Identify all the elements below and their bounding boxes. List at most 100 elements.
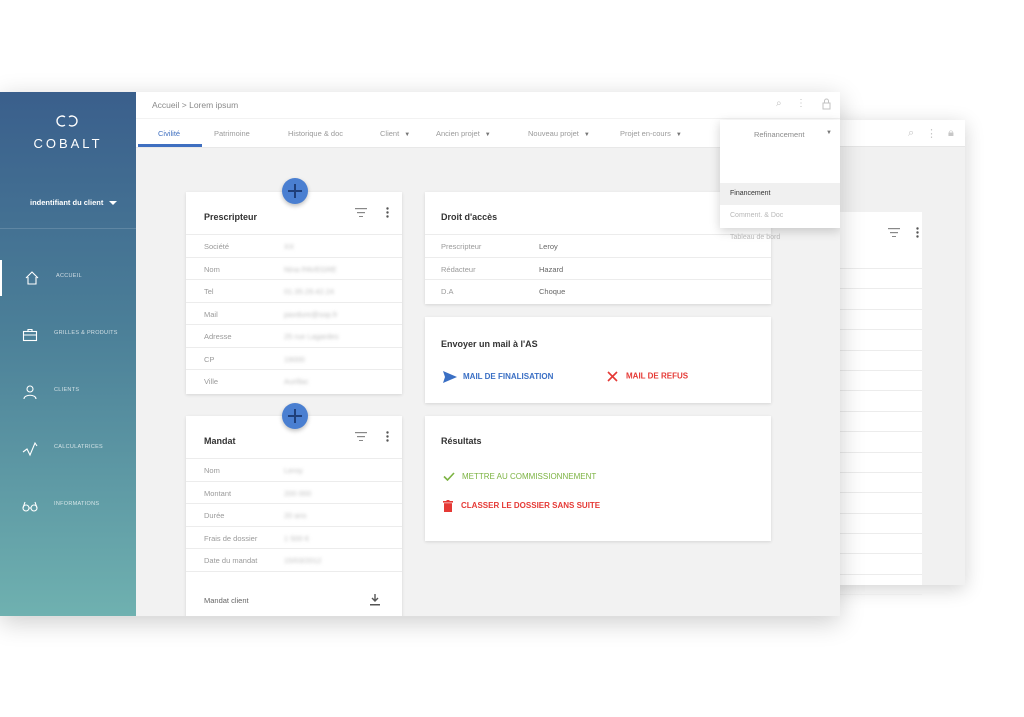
caret-down-icon: ▼ xyxy=(404,132,411,138)
commissionnement-button[interactable]: METTRE AU COMMISSIONNEMENT xyxy=(443,472,597,482)
client-selector-label: indentifiant du client xyxy=(30,198,104,207)
resultats-card: Résultats METTRE AU COMMISSIONNEMENT CLA… xyxy=(425,416,771,541)
field-value: Nina PAVEGRE xyxy=(284,265,337,274)
tab-nouveau-projet[interactable]: Nouveau projet ▼ xyxy=(528,129,590,138)
field-row: Durée 20 ans xyxy=(186,503,402,526)
card-title: Mandat xyxy=(204,436,236,446)
card-title: Résultats xyxy=(441,436,482,446)
field-value: 15/03/2012 xyxy=(284,556,322,565)
button-label: CLASSER LE DOSSIER SANS SUITE xyxy=(461,501,601,511)
sidebar-item-calculatrices[interactable]: CALCULATRICES xyxy=(0,431,136,467)
field-value: 20 ans xyxy=(284,511,307,520)
trash-icon xyxy=(443,500,453,512)
field-label: CP xyxy=(204,355,215,364)
background-card xyxy=(838,212,922,596)
tab-client[interactable]: Client ▼ xyxy=(380,129,410,138)
field-value: Leroy xyxy=(539,242,558,251)
more-vert-icon: ⋮ xyxy=(926,128,937,140)
caret-down-icon xyxy=(109,201,118,206)
field-value: Leroy xyxy=(284,466,303,475)
field-row: Adresse 25 rue Lagardes xyxy=(186,324,402,347)
field-label: Prescripteur xyxy=(441,242,482,251)
menu-item-financement[interactable]: Financement xyxy=(720,183,840,205)
caret-down-icon[interactable]: ▼ xyxy=(826,130,832,136)
field-value: 200 000 xyxy=(284,489,312,498)
prescripteur-card: Prescripteur Société XX Nom Nina PAVEGRE T… xyxy=(186,192,402,394)
filter-icon[interactable] xyxy=(355,208,367,217)
field-label: Montant xyxy=(204,489,232,498)
menu-item-label: Comment. & Doc xyxy=(730,212,784,219)
more-vert-icon[interactable]: ⋮ xyxy=(796,98,806,109)
logo-text: COBALT xyxy=(33,136,103,151)
chart-line-icon xyxy=(22,441,38,457)
sidebar-item-label: CALCULATRICES xyxy=(54,444,104,450)
tab-ancien-projet[interactable]: Ancien projet ▼ xyxy=(436,129,491,138)
check-icon xyxy=(443,472,455,482)
field-value: 19000 xyxy=(284,355,305,364)
tab-projet-en-cours[interactable]: Projet en-cours ▼ xyxy=(620,129,682,138)
field-value: Aurillac xyxy=(284,377,309,386)
sidebar-item-label: CLIENTS xyxy=(54,387,80,393)
tab-label: Nouveau projet xyxy=(528,129,579,138)
sidebar-item-grilles[interactable]: GRILLES & PRODUITS xyxy=(0,317,136,353)
button-label: METTRE AU COMMISSIONNEMENT xyxy=(462,472,597,481)
send-icon xyxy=(443,371,457,383)
mail-finalisation-button[interactable]: MAIL DE FINALISATION xyxy=(443,371,553,383)
menu-item-comment-doc[interactable]: Comment. & Doc xyxy=(720,205,840,227)
button-label: MAIL DE REFUS xyxy=(626,371,689,381)
tab-label: Client xyxy=(380,129,400,138)
menu-item-tableau-de-bord[interactable]: Tableau de bord xyxy=(720,227,840,249)
active-tab-indicator xyxy=(138,144,202,147)
field-label: Mail xyxy=(204,310,218,319)
field-row: Mail pavdure@sop.fr xyxy=(186,302,402,325)
menu-title[interactable]: Refinancement xyxy=(754,130,804,139)
mail-refus-button[interactable]: MAIL DE REFUS xyxy=(607,371,688,382)
card-title: Prescripteur xyxy=(204,212,258,222)
field-label: Nom xyxy=(204,466,220,475)
tab-patrimoine[interactable]: Patrimoine xyxy=(214,129,250,138)
classer-sans-suite-button[interactable]: CLASSER LE DOSSIER SANS SUITE xyxy=(443,500,600,512)
field-label: Rédacteur xyxy=(441,265,476,274)
field-label: Ville xyxy=(204,377,219,386)
field-label: Durée xyxy=(204,511,225,520)
field-label: D.A xyxy=(441,287,454,296)
client-selector[interactable]: indentifiant du client xyxy=(30,198,118,207)
field-row: Nom Leroy xyxy=(186,458,402,481)
field-label: Nom xyxy=(204,265,220,274)
more-vert-icon[interactable] xyxy=(386,207,389,218)
breadcrumb[interactable]: Accueil > Lorem ipsum xyxy=(152,100,238,110)
field-row: D.A Choque xyxy=(425,279,771,302)
tab-civilite[interactable]: Civilité xyxy=(158,129,180,138)
field-value: 25 rue Lagardes xyxy=(284,332,339,341)
sidebar-item-accueil[interactable]: ACCUEIL xyxy=(0,260,138,296)
field-row: Frais de dossier 1 500 € xyxy=(186,526,402,549)
add-button[interactable] xyxy=(282,178,308,204)
sidebar-item-clients[interactable]: CLIENTS xyxy=(0,374,136,410)
user-icon xyxy=(23,385,37,400)
briefcase-icon xyxy=(22,328,38,342)
mandat-client-row[interactable]: Mandat client xyxy=(186,571,402,616)
field-value: Hazard xyxy=(539,265,564,274)
field-row: Ville Aurillac xyxy=(186,369,402,392)
filter-icon xyxy=(888,228,900,237)
add-button[interactable] xyxy=(282,403,308,429)
more-vert-icon[interactable] xyxy=(386,431,389,442)
download-icon[interactable] xyxy=(370,594,380,606)
field-row: Date du mandat 15/03/2012 xyxy=(186,548,402,571)
filter-icon[interactable] xyxy=(355,432,367,441)
sidebar: COBALT indentifiant du client ACCUEIL GR… xyxy=(0,92,136,616)
field-row: Rédacteur Hazard xyxy=(425,257,771,280)
tab-historique[interactable]: Historique & doc xyxy=(288,129,343,138)
lock-icon[interactable] xyxy=(822,98,831,110)
tab-label: Projet en-cours xyxy=(620,129,671,138)
menu-item-label: Financement xyxy=(730,190,771,197)
field-row: Société XX xyxy=(186,234,402,257)
menu-item-label: Tableau de bord xyxy=(730,234,781,241)
button-label: MAIL DE FINALISATION xyxy=(463,372,554,382)
sidebar-item-label: INFORMATIONS xyxy=(54,501,100,507)
sidebar-item-informations[interactable]: INFORMATIONS xyxy=(0,488,136,524)
field-value: 01.35.29.42.24 xyxy=(284,287,335,296)
home-icon xyxy=(25,271,39,285)
background-topbar: ⌕ ⋮ 🔒︎ xyxy=(830,120,965,147)
search-icon[interactable]: ⌕ xyxy=(776,98,782,109)
